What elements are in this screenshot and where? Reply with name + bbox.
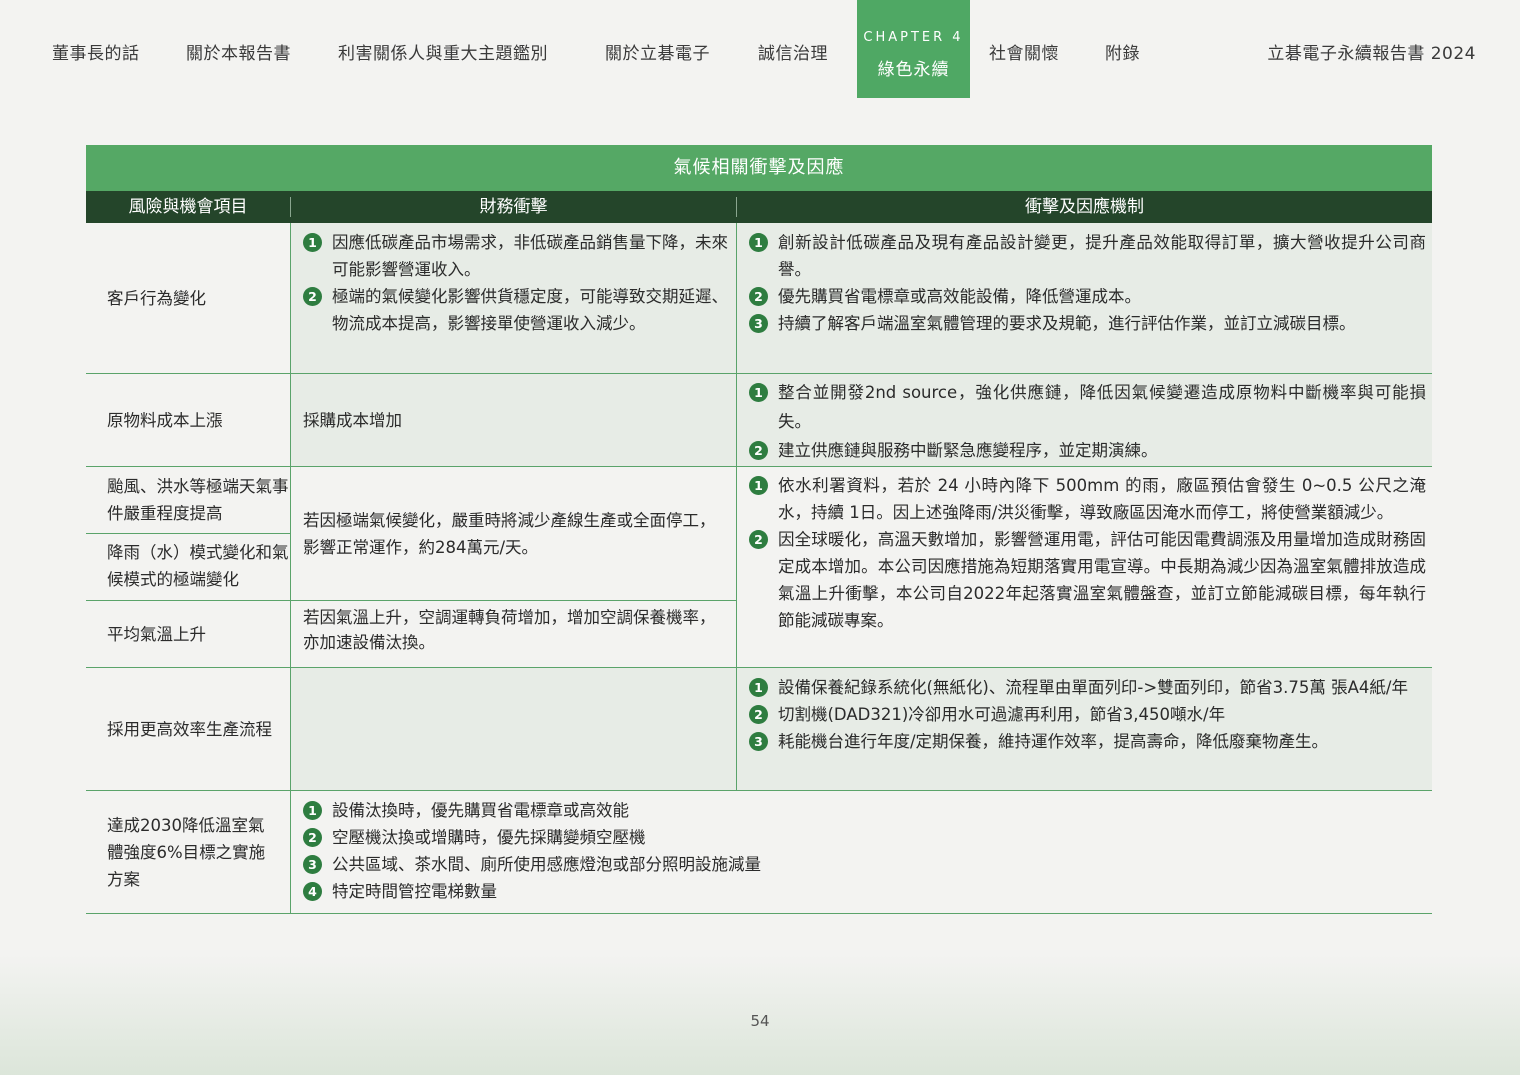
financial-cell-empty — [290, 668, 736, 790]
list-item: 1 因應低碳產品市場需求，非低碳產品銷售量下降，未來可能影響營運收入。 — [303, 229, 728, 283]
list-item: 4 特定時間管控電梯數量 — [303, 878, 1424, 905]
list-item: 3 持續了解客戶端溫室氣體管理的要求及規範，進行評估作業，並訂立減碳目標。 — [749, 310, 1426, 337]
header-risk-opportunity: 風險與機會項目 — [128, 197, 248, 217]
list-item: 2 因全球暖化，高溫天數增加，影響營運用電，評估可能因電費調漲及用量增加造成財務固… — [749, 526, 1426, 634]
number-badge-2: 2 — [303, 287, 322, 306]
top-navigation: 董事長的話 關於本報告書 利害關係人與重大主題鑑別 關於立碁電子 誠信治理 CH… — [0, 0, 1520, 100]
nav-item-about-company[interactable]: 關於立碁電子 — [605, 39, 710, 64]
table-row: 颱風、洪水等極端天氣事件嚴重程度提高 降雨（水）模式變化和氣候模式的極端變化 平… — [86, 467, 1432, 668]
financial-cell: 若因極端氣候變化，嚴重時將減少產線生產或全面停工，影響正常運作，約284萬元/天… — [290, 467, 736, 600]
table-header-row: 風險與機會項目 財務衝擊 衝擊及因應機制 — [86, 191, 1432, 223]
number-badge-3: 3 — [303, 855, 322, 874]
financial-cell: 採購成本增加 — [290, 374, 736, 466]
nav-item-appendix[interactable]: 附錄 — [1105, 39, 1140, 64]
list-item: 2 切割機(DAD321)冷卻用水可過濾再利用，節省3,450噸水/年 — [749, 701, 1426, 728]
list-item: 1 設備保養紀錄系統化(無紙化)、流程單由單面列印->雙面列印，節省3.75萬 張… — [749, 674, 1426, 701]
number-badge-1: 1 — [749, 233, 768, 252]
risk-item: 達成2030降低溫室氣體強度6%目標之實施方案 — [86, 791, 290, 913]
list-item: 2 空壓機汰換或增購時，優先採購變頻空壓機 — [303, 824, 1424, 851]
number-badge-1: 1 — [749, 678, 768, 697]
list-item: 1 設備汰換時，優先購買省電標章或高效能 — [303, 797, 1424, 824]
climate-impact-table: 氣候相關衝擊及因應 風險與機會項目 財務衝擊 衝擊及因應機制 客戶行為變化 1因… — [86, 145, 1432, 914]
number-badge-2: 2 — [749, 287, 768, 306]
risk-item-label: 降雨（水）模式變化和氣候模式的極端變化 — [107, 543, 289, 589]
nav-item-social-care[interactable]: 社會關懷 — [989, 39, 1059, 64]
table-row: 原物料成本上漲 採購成本增加 1 整合並開發2nd source，強化供應鏈，降低… — [86, 374, 1432, 467]
page-number: 54 — [750, 1012, 770, 1030]
risk-item: 颱風、洪水等極端天氣事件嚴重程度提高 — [86, 467, 290, 533]
table-row: 採用更高效率生產流程 1 設備保養紀錄系統化(無紙化)、流程單由單面列印->雙面列… — [86, 668, 1432, 791]
nav-item-stakeholders[interactable]: 利害關係人與重大主題鑑別 — [338, 39, 548, 64]
number-badge-2: 2 — [749, 530, 768, 549]
financial-cell: 1 因應低碳產品市場需求，非低碳產品銷售量下降，未來可能影響營運收入。 2 極端的氣… — [290, 223, 736, 373]
number-badge-1: 1 — [749, 383, 768, 402]
nav-item-integrity-governance[interactable]: 誠信治理 — [758, 39, 828, 64]
risk-item-label: 原物料成本上漲 — [107, 410, 223, 430]
nav-item-about-report[interactable]: 關於本報告書 — [186, 39, 291, 64]
number-badge-2: 2 — [749, 441, 768, 460]
number-badge-1: 1 — [303, 801, 322, 820]
risk-item-label: 達成2030降低溫室氣體強度6%目標之實施方案 — [107, 815, 266, 889]
table-row: 客戶行為變化 1 因應低碳產品市場需求，非低碳產品銷售量下降，未來可能影響營運收入… — [86, 223, 1432, 374]
response-cell: 1 創新設計低碳產品及現有產品設計變更，提升產品效能取得訂單，擴大營收提升公司商譽… — [736, 223, 1432, 373]
table-row: 達成2030降低溫室氣體強度6%目標之實施方案 1 設備汰換時，優先購買省電標章或… — [86, 791, 1432, 914]
number-badge-3: 3 — [749, 732, 768, 751]
response-cell: 1 整合並開發2nd source，強化供應鏈，降低因氣候變遷造成原物料中斷機率與… — [736, 374, 1432, 466]
nav-item-chairman-message[interactable]: 董事長的話 — [52, 39, 140, 64]
financial-cell: 若因氣溫上升，空調運轉負荷增加，增加空調保養機率，亦加速設備汰換。 — [290, 601, 736, 667]
table-title: 氣候相關衝擊及因應 — [86, 145, 1432, 191]
risk-item: 客戶行為變化 — [86, 223, 290, 373]
list-item: 2 極端的氣候變化影響供貨穩定度，可能導致交期延遲、物流成本提高，影響接單使營運收… — [303, 283, 728, 337]
implementation-plan-cell: 1 設備汰換時，優先購買省電標章或高效能 2 空壓機汰換或增購時，優先採購變頻空壓機… — [290, 791, 1432, 913]
risk-item: 平均氣溫上升 — [86, 601, 290, 667]
list-item: 2 建立供應鏈與服務中斷緊急應變程序，並定期演練。 — [749, 436, 1426, 465]
list-item: 3 耗能機台進行年度/定期保養，維持運作效率，提高壽命，降低廢棄物產生。 — [749, 728, 1426, 755]
risk-item: 原物料成本上漲 — [86, 374, 290, 466]
number-badge-2: 2 — [749, 705, 768, 724]
risk-item-label: 颱風、洪水等極端天氣事件嚴重程度提高 — [107, 477, 289, 523]
risk-item: 採用更高效率生產流程 — [86, 668, 290, 790]
risk-item: 降雨（水）模式變化和氣候模式的極端變化 — [86, 534, 290, 600]
number-badge-2: 2 — [303, 828, 322, 847]
chapter-label: CHAPTER 4 — [863, 30, 964, 45]
risk-item-label: 平均氣溫上升 — [107, 624, 206, 644]
financial-text: 採購成本增加 — [303, 410, 402, 430]
number-badge-4: 4 — [303, 882, 322, 901]
header-financial-impact: 財務衝擊 — [479, 197, 548, 217]
financial-text: 若因氣溫上升，空調運轉負荷增加，增加空調保養機率，亦加速設備汰換。 — [303, 608, 716, 652]
list-item: 1 創新設計低碳產品及現有產品設計變更，提升產品效能取得訂單，擴大營收提升公司商譽… — [749, 229, 1426, 283]
number-badge-1: 1 — [303, 233, 322, 252]
list-item: 1 整合並開發2nd source，強化供應鏈，降低因氣候變遷造成原物料中斷機率與… — [749, 378, 1426, 436]
list-item: 3 公共區域、茶水間、廁所使用感應燈泡或部分照明設施減量 — [303, 851, 1424, 878]
chapter-title: 綠色永續 — [877, 60, 950, 80]
risk-item-label: 客戶行為變化 — [107, 288, 206, 308]
list-item: 1 依水利署資料，若於 24 小時內降下 500mm 的雨，廠區預估會發生 0~0… — [749, 472, 1426, 526]
list-item: 2 優先購買省電標章或高效能設備，降低營運成本。 — [749, 283, 1426, 310]
number-badge-3: 3 — [749, 314, 768, 333]
header-response-mechanism: 衝擊及因應機制 — [1025, 197, 1144, 217]
response-cell: 1 依水利署資料，若於 24 小時內降下 500mm 的雨，廠區預估會發生 0~0… — [736, 467, 1432, 667]
nav-item-green-sustainability-active[interactable]: CHAPTER 4 綠色永續 — [857, 0, 970, 98]
report-title: 立碁電子永續報告書 2024 — [1267, 44, 1476, 64]
number-badge-1: 1 — [749, 476, 768, 495]
risk-item-label: 採用更高效率生產流程 — [107, 719, 272, 739]
response-cell: 1 設備保養紀錄系統化(無紙化)、流程單由單面列印->雙面列印，節省3.75萬 張… — [736, 668, 1432, 790]
financial-text: 若因極端氣候變化，嚴重時將減少產線生產或全面停工，影響正常運作，約284萬元/天… — [303, 510, 716, 557]
